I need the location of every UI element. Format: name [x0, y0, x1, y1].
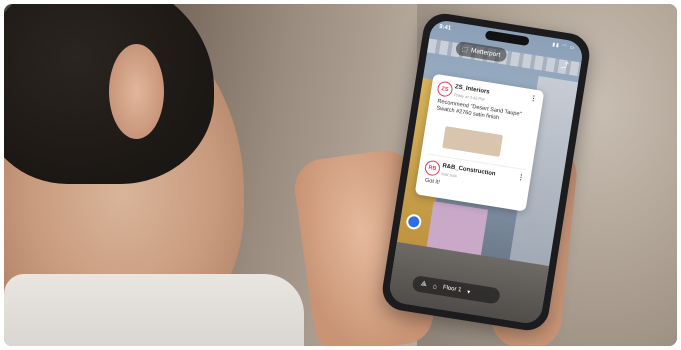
chevron-down-icon[interactable]: ▾: [467, 288, 471, 295]
status-icons: ▮▮ ◠ ▭: [551, 41, 576, 52]
comment-message: Got it!: [424, 177, 441, 186]
status-time: 9:41: [438, 23, 452, 32]
comment-card: ZS ZS_Interiors Today at 3:42 PM ⋮ Recom…: [414, 73, 545, 212]
photo-frame: 9:41 ▮▮ ◠ ▭ ⬚ Matterport ⤴ ZS ZS_Interio…: [4, 4, 677, 346]
color-swatch: [442, 126, 503, 157]
more-options-icon[interactable]: ⋮: [517, 173, 525, 182]
share-icon[interactable]: ⤴: [560, 59, 570, 71]
floorplan-icon[interactable]: ⌂: [432, 283, 437, 291]
cube-icon: ⬚: [461, 45, 469, 54]
phone-notch: [484, 30, 530, 47]
comment-meta: Just now: [440, 171, 458, 179]
measure-icon[interactable]: ⟁: [420, 280, 427, 289]
person-ear: [109, 44, 164, 139]
more-options-icon[interactable]: ⋮: [529, 94, 537, 103]
floor-selector[interactable]: Floor 1: [442, 285, 461, 294]
brand-name: Matterport: [470, 46, 501, 59]
avatar: ZS: [436, 80, 454, 98]
avatar: RB: [423, 159, 442, 177]
person-shirt: [4, 274, 304, 346]
comment-message: Recommend "Desert Sand Taupe" Swatch #27…: [435, 98, 522, 122]
